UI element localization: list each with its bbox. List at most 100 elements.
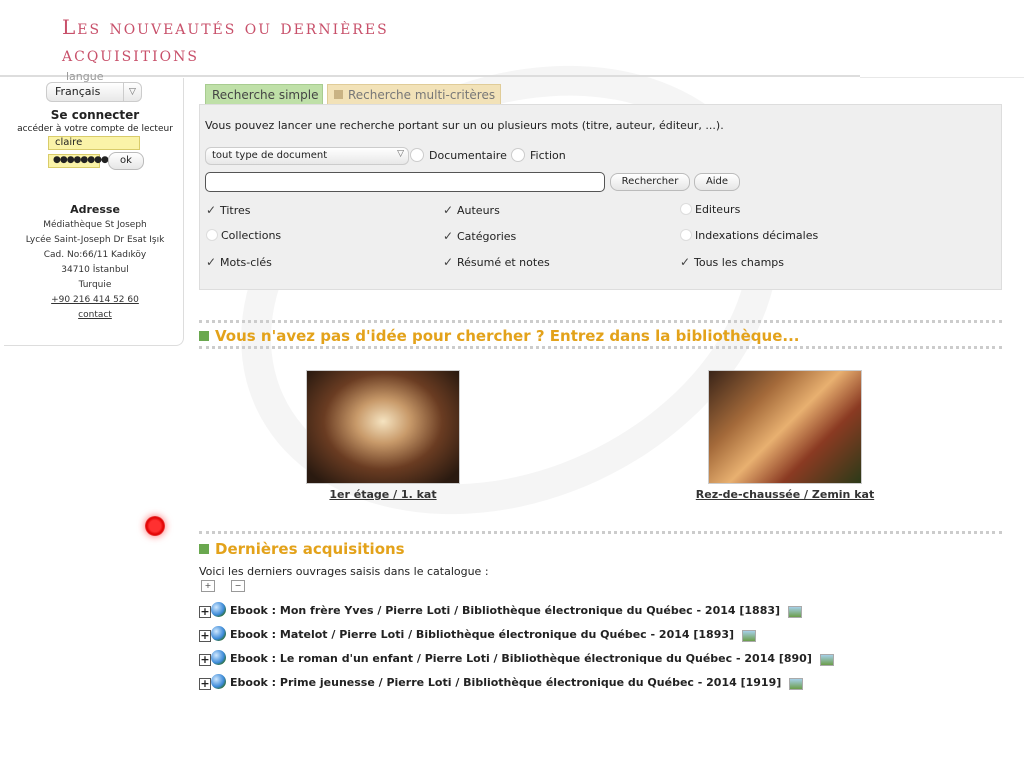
section-square-icon	[199, 331, 209, 341]
criterion-mots-cles[interactable]: ✓ Mots-clés	[206, 255, 272, 269]
section-divider	[199, 346, 1002, 349]
acquisition-title[interactable]: Ebook : Mon frère Yves / Pierre Loti / B…	[230, 604, 780, 617]
password-field[interactable]: ●●●●●●●●	[48, 154, 109, 168]
search-input[interactable]	[205, 172, 605, 192]
tab-simple-search[interactable]: Recherche simple	[205, 84, 323, 104]
title-divider	[0, 75, 860, 77]
plus-icon[interactable]: +	[199, 630, 211, 642]
cursor-marker	[145, 516, 165, 536]
criterion-resume-notes[interactable]: ✓ Résumé et notes	[443, 255, 550, 269]
thumbnail-icon	[788, 606, 803, 618]
address-line: 34710 İstanbul	[61, 265, 129, 275]
document-type-select[interactable]: tout type de document ▽	[205, 147, 409, 165]
library-heading: Vous n'avez pas d'idée pour chercher ? E…	[199, 327, 799, 345]
expand-all-icon[interactable]: +	[201, 580, 215, 592]
documentaire-label: Documentaire	[429, 149, 507, 162]
address-line: Cad. No:66/11 Kadıköy	[43, 250, 147, 260]
page-title: Les nouveautés ou dernières acquisitions	[62, 14, 389, 68]
section-square-icon	[199, 544, 209, 554]
acquisition-title[interactable]: Ebook : Matelot / Pierre Loti / Biblioth…	[230, 628, 734, 641]
criterion-label: Tous les champs	[694, 256, 785, 269]
address-line: Turquie	[78, 280, 112, 290]
checkmark-icon: ✓	[443, 229, 454, 243]
criterion-auteurs[interactable]: ✓ Auteurs	[443, 203, 500, 217]
section-divider	[199, 531, 1002, 534]
tab-square-icon	[334, 90, 343, 99]
checkmark-icon: ✓	[206, 203, 217, 217]
ground-floor-link[interactable]: Rez-de-chaussée / Zemin kat	[680, 488, 890, 501]
acquisitions-heading-text: Dernières acquisitions	[215, 540, 405, 558]
criterion-label: Indexations décimales	[695, 229, 819, 242]
floor-1-photo[interactable]	[306, 370, 460, 484]
globe-icon	[211, 602, 226, 617]
collapse-all-icon[interactable]: −	[231, 580, 245, 592]
login-field[interactable]: claire	[48, 136, 140, 150]
search-panel: Vous pouvez lancer une recherche portant…	[199, 104, 1002, 290]
login-title: Se connecter	[50, 108, 140, 122]
address-line: Médiathèque St Joseph	[43, 220, 147, 230]
floor-1-link[interactable]: 1er étage / 1. kat	[306, 488, 460, 501]
ground-floor-photo[interactable]	[708, 370, 862, 484]
thumbnail-icon	[789, 678, 804, 690]
globe-icon	[211, 626, 226, 641]
criterion-label: Editeurs	[695, 203, 741, 216]
unchecked-circle-icon	[680, 203, 692, 215]
acquisition-row[interactable]: + Ebook : Matelot / Pierre Loti / Bibliot…	[199, 626, 757, 646]
criterion-label: Titres	[220, 204, 251, 217]
document-type-value: tout type de document	[212, 150, 328, 161]
unchecked-circle-icon	[680, 229, 692, 241]
help-button[interactable]: Aide	[694, 173, 740, 191]
checkmark-icon: ✓	[206, 255, 217, 269]
search-intro: Vous pouvez lancer une recherche portant…	[205, 119, 724, 132]
acquisitions-heading: Dernières acquisitions	[199, 540, 405, 558]
language-select[interactable]: Français ▽	[46, 82, 142, 102]
criterion-label: Mots-clés	[220, 256, 272, 269]
login-subtitle: accéder à votre compte de lecteur	[17, 124, 173, 134]
criterion-tous-champs[interactable]: ✓ Tous les champs	[680, 255, 784, 269]
language-select-value: Français	[55, 85, 101, 98]
sidebar: langue Français ▽ Se connecter accéder à…	[4, 70, 186, 346]
tab-multi-label: Recherche multi-critères	[348, 88, 496, 102]
chevron-down-icon: ▽	[397, 149, 404, 159]
login-ok-button[interactable]: ok	[108, 152, 144, 170]
criterion-collections[interactable]: Collections	[206, 229, 281, 242]
criterion-indexations[interactable]: Indexations décimales	[680, 229, 818, 242]
criterion-editeurs[interactable]: Editeurs	[680, 203, 740, 216]
fiction-label: Fiction	[530, 149, 566, 162]
tab-multi-criteria-search[interactable]: Recherche multi-critères	[327, 84, 501, 104]
criterion-label: Collections	[221, 229, 282, 242]
acquisition-row[interactable]: + Ebook : Prime jeunesse / Pierre Loti / …	[199, 674, 804, 694]
acquisition-title[interactable]: Ebook : Prime jeunesse / Pierre Loti / B…	[230, 676, 781, 689]
unchecked-circle-icon	[206, 229, 218, 241]
globe-icon	[211, 650, 226, 665]
address-title: Adresse	[70, 203, 120, 216]
title-divider-extension	[860, 77, 1024, 78]
criterion-titres[interactable]: ✓ Titres	[206, 203, 251, 217]
criterion-label: Résumé et notes	[457, 256, 550, 269]
criterion-categories[interactable]: ✓ Catégories	[443, 229, 516, 243]
checkmark-icon: ✓	[680, 255, 691, 269]
acquisition-row[interactable]: + Ebook : Le roman d'un enfant / Pierre L…	[199, 650, 834, 670]
plus-icon[interactable]: +	[199, 606, 211, 618]
chevron-down-icon: ▽	[123, 83, 141, 101]
contact-link[interactable]: contact	[4, 310, 186, 320]
criterion-label: Auteurs	[457, 204, 500, 217]
globe-icon	[211, 674, 226, 689]
search-button[interactable]: Rechercher	[610, 173, 690, 191]
criterion-label: Catégories	[457, 230, 517, 243]
phone-link[interactable]: +90 216 414 52 60	[4, 295, 186, 305]
acquisition-title[interactable]: Ebook : Le roman d'un enfant / Pierre Lo…	[230, 652, 812, 665]
address-line: Lycée Saint-Joseph Dr Esat Işık	[25, 235, 165, 245]
acquisition-row[interactable]: + Ebook : Mon frère Yves / Pierre Loti / …	[199, 602, 803, 622]
page-title-line-2: acquisitions	[62, 42, 199, 66]
library-heading-text: Vous n'avez pas d'idée pour chercher ? E…	[215, 327, 800, 345]
section-divider	[199, 320, 1002, 323]
plus-icon[interactable]: +	[199, 654, 211, 666]
thumbnail-icon	[742, 630, 757, 642]
checkmark-icon: ✓	[443, 203, 454, 217]
page-title-line-1: Les nouveautés ou dernières	[62, 15, 389, 39]
plus-icon[interactable]: +	[199, 678, 211, 690]
documentaire-checkbox[interactable]	[410, 148, 424, 162]
thumbnail-icon	[819, 654, 834, 666]
fiction-checkbox[interactable]	[511, 148, 525, 162]
